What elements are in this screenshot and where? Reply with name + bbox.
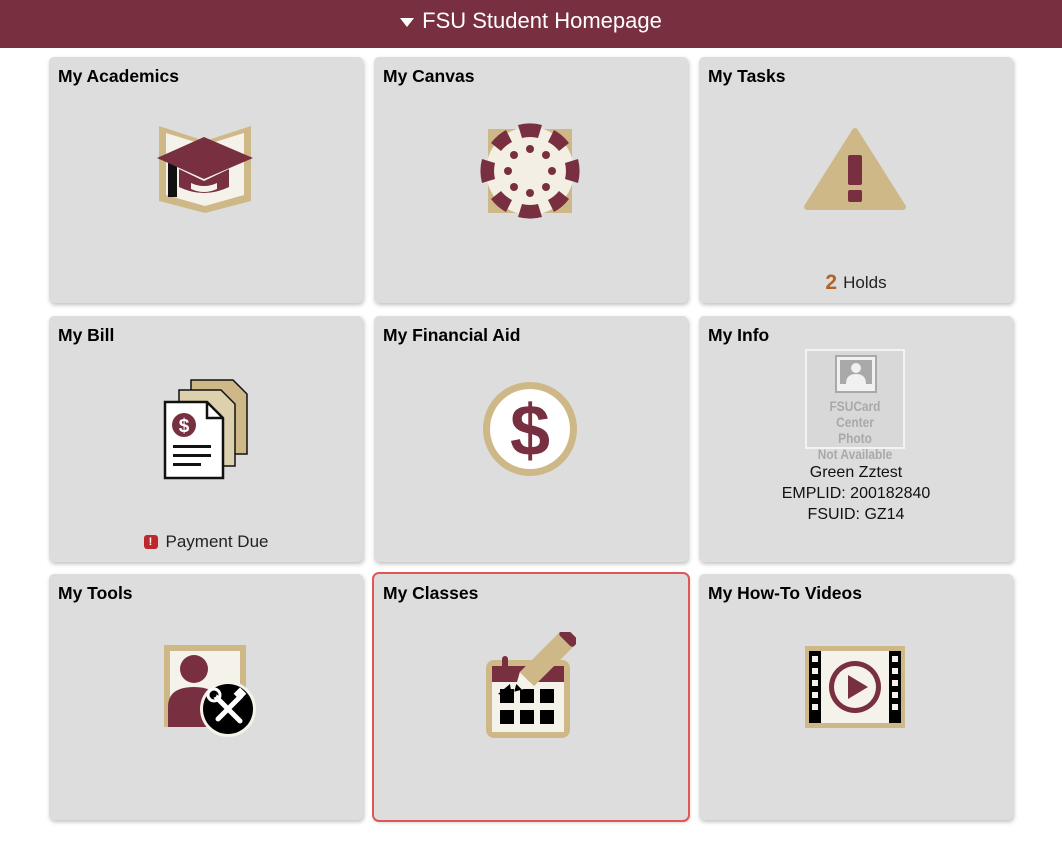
caret-down-icon[interactable] <box>400 18 415 27</box>
tile-my-how-to-videos[interactable]: My How-To Videos <box>699 574 1013 820</box>
calendar-pencil-icon <box>486 632 576 738</box>
photo-icon <box>835 355 877 393</box>
tile-title: My How-To Videos <box>708 583 862 603</box>
tile-my-financial-aid[interactable]: My Financial Aid $ <box>374 316 688 562</box>
tile-title: My Classes <box>383 583 479 603</box>
student-name: Green Zztest <box>809 464 903 481</box>
canvas-logo-icon <box>480 123 580 219</box>
holds-label: Holds <box>843 273 887 292</box>
tile-title: My Academics <box>58 66 179 86</box>
tile-my-info[interactable]: My Info FSUCard Center Photo Not Availab… <box>699 316 1013 562</box>
photo-text-line: FSUCard Center <box>829 398 881 430</box>
tile-my-tools[interactable]: My Tools <box>49 574 363 820</box>
student-emplid: EMPLID: 200182840 <box>781 485 931 502</box>
bill-status: ! Payment Due <box>49 532 363 552</box>
tile-title: My Tools <box>58 583 133 603</box>
student-info: Green Zztest EMPLID: 200182840 FSUID: GZ… <box>699 462 1013 525</box>
person-tools-icon <box>164 645 256 737</box>
tile-title: My Bill <box>58 325 115 345</box>
tile-my-tasks[interactable]: My Tasks 2 Holds <box>699 57 1013 303</box>
photo-text-line: Photo <box>838 430 872 446</box>
page-header[interactable]: FSU Student Homepage <box>0 0 1062 48</box>
photo-unavailable-text: FSUCard Center Photo Not Available <box>814 398 896 462</box>
video-film-icon <box>805 646 905 728</box>
photo-text-line: Not Available <box>817 446 893 462</box>
tasks-status: 2 Holds <box>699 271 1013 295</box>
tile-my-academics[interactable]: My Academics <box>49 57 363 303</box>
payment-due-label: Payment Due <box>165 532 269 551</box>
holds-count: 2 <box>825 271 838 294</box>
tile-title: My Tasks <box>708 66 786 86</box>
page-title: FSU Student Homepage <box>422 8 662 33</box>
tile-title: My Financial Aid <box>383 325 521 345</box>
tile-title: My Info <box>708 325 770 345</box>
tile-title: My Canvas <box>383 66 475 86</box>
alert-icon: ! <box>143 535 158 549</box>
tile-my-classes[interactable]: My Classes <box>372 572 690 822</box>
tile-my-canvas[interactable]: My Canvas <box>374 57 688 303</box>
tile-my-bill[interactable]: My Bill $ ! Payment Due <box>49 316 363 562</box>
warning-triangle-icon <box>804 128 906 210</box>
bill-documents-icon: $ <box>163 379 248 480</box>
graduation-cap-book-icon <box>157 126 253 213</box>
student-fsuid: FSUID: GZ14 <box>807 506 905 523</box>
profile-photo-placeholder: FSUCard Center Photo Not Available <box>805 349 905 462</box>
svg-text:$: $ <box>510 391 550 471</box>
dollar-circle-icon: $ <box>483 382 577 476</box>
svg-text:$: $ <box>179 416 190 437</box>
